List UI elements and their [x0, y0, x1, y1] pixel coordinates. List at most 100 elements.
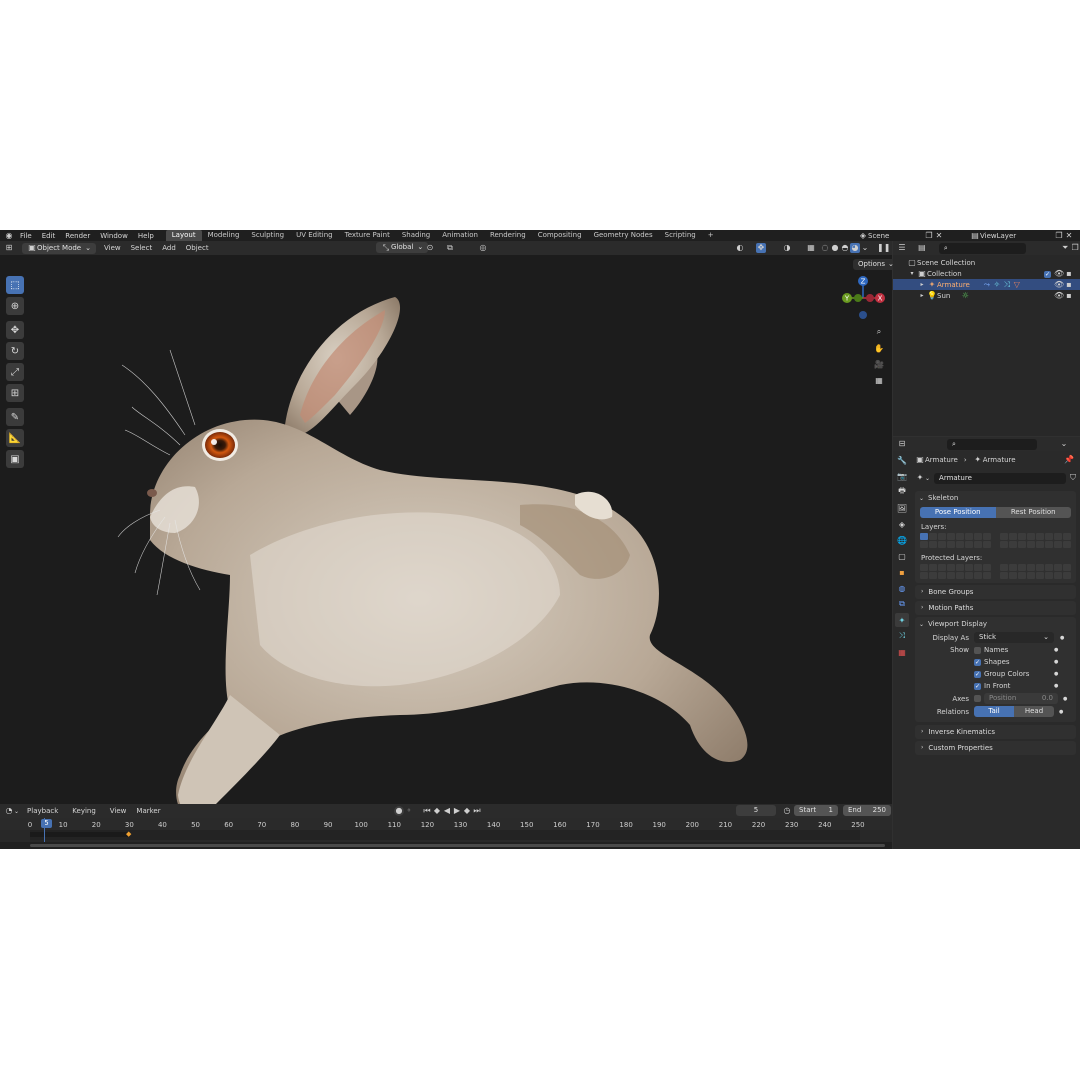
pin-icon[interactable]: 📌 [1064, 455, 1074, 465]
menu-edit[interactable]: Edit [42, 232, 56, 240]
camera-icon[interactable]: ▪ [1064, 291, 1074, 301]
outliner-search-input[interactable]: ⌕ [938, 242, 1027, 254]
measure-tool-icon[interactable]: 📐 [6, 429, 24, 447]
wireframe-shading-icon[interactable]: ◌ [820, 243, 830, 253]
current-frame-field[interactable]: 5 [736, 805, 776, 816]
chevron-right-icon[interactable]: ▸ [917, 280, 927, 290]
options-dropdown[interactable]: Options ⌄ [853, 259, 899, 270]
menu-window[interactable]: Window [100, 232, 128, 240]
keyframe-diamond-icon[interactable]: ◆ [126, 830, 131, 838]
chevron-down-icon[interactable]: ⌄ [1059, 439, 1069, 449]
next-keyframe-icon[interactable]: ◆ [462, 806, 472, 816]
keyframe-dot-icon[interactable]: ● [1060, 635, 1064, 641]
keyframe-dot-icon[interactable]: ● [1063, 696, 1067, 702]
relations-head-button[interactable]: Head [1014, 706, 1054, 717]
tab-geometry-nodes[interactable]: Geometry Nodes [588, 230, 659, 241]
start-frame-field[interactable]: Start 1 [794, 805, 838, 816]
group-colors-checkbox[interactable]: ✓ [974, 670, 981, 678]
output-tab-icon[interactable]: 🖶 [895, 485, 909, 499]
in-front-checkbox[interactable]: ✓ [974, 682, 981, 690]
tab-shading[interactable]: Shading [396, 230, 436, 241]
exclude-checkbox[interactable]: ✓ [1044, 270, 1051, 278]
layer-buttons-right[interactable] [1000, 533, 1071, 548]
prev-keyframe-icon[interactable]: ◆ [432, 806, 442, 816]
skeleton-panel-header[interactable]: ⌄ Skeleton [915, 491, 1076, 505]
tab-uv-editing[interactable]: UV Editing [290, 230, 339, 241]
select-box-tool-icon[interactable]: ⬚ [6, 276, 24, 294]
end-frame-field[interactable]: End 250 [843, 805, 891, 816]
collection-row[interactable]: ▾ ▣ Collection ✓ 👁 ▪ [893, 268, 1080, 279]
scene-tab-icon[interactable]: ◈ [895, 517, 909, 531]
layer-buttons-left[interactable] [920, 533, 991, 548]
tool-tab-icon[interactable]: 🔧 [895, 453, 909, 467]
xray-icon[interactable]: ▦ [806, 243, 816, 253]
tab-modeling[interactable]: Modeling [202, 230, 246, 241]
world-tab-icon[interactable]: 🌐 [895, 533, 909, 547]
bone-tab-icon[interactable]: ⤨ [895, 629, 909, 643]
pause-render-icon[interactable]: ❚❚ [877, 243, 890, 253]
eye-icon[interactable]: 👁 [1054, 280, 1064, 290]
scene-selector[interactable]: ◈ Scene ❐ ✕ [858, 230, 944, 241]
bone-groups-panel[interactable]: › Bone Groups [915, 585, 1076, 599]
play-reverse-icon[interactable]: ◀ [442, 806, 452, 816]
add-workspace-button[interactable]: + [702, 230, 720, 241]
menu-help[interactable]: Help [138, 232, 154, 240]
rendered-shading-icon[interactable]: ◕ [850, 243, 860, 253]
chevron-right-icon[interactable]: ▸ [917, 291, 927, 301]
scene-collection-row[interactable]: ▢ Scene Collection [893, 257, 1080, 268]
scale-tool-icon[interactable]: ⤢ [6, 363, 24, 381]
display-mode-icon[interactable]: ▤ [917, 243, 927, 253]
motion-paths-panel[interactable]: › Motion Paths [915, 601, 1076, 615]
armature-icon[interactable]: ✦ [915, 473, 925, 483]
gizmo-toggle-icon[interactable]: ✥ [756, 243, 766, 253]
custom-properties-panel[interactable]: › Custom Properties [915, 741, 1076, 755]
eye-icon[interactable]: 👁 [1054, 291, 1064, 301]
bones-icon[interactable]: ⤨ [1002, 280, 1012, 290]
filter-icon[interactable]: ⏷ [1060, 243, 1070, 253]
render-tab-icon[interactable]: 📷 [895, 469, 909, 483]
rabbit-model[interactable] [0, 255, 892, 804]
tab-sculpting[interactable]: Sculpting [245, 230, 290, 241]
snap-icon[interactable]: ⧉ [445, 243, 455, 253]
constraints-tab-icon[interactable]: ⧉ [895, 597, 909, 611]
armature-name-field[interactable]: Armature [934, 472, 1067, 484]
tab-compositing[interactable]: Compositing [532, 230, 588, 241]
transform-tool-icon[interactable]: ⊞ [6, 384, 24, 402]
menu-keying[interactable]: Keying [72, 807, 96, 815]
tab-texture-paint[interactable]: Texture Paint [339, 230, 396, 241]
pose-position-button[interactable]: Pose Position [920, 507, 996, 518]
outliner-item-armature[interactable]: ▸ ✦ Armature ⤳ ✧ ⤨ ▽ 👁 ▪ [893, 279, 1080, 290]
play-icon[interactable]: ▶ [452, 806, 462, 816]
relations-tail-button[interactable]: Tail [974, 706, 1014, 717]
gizmo-neg-x[interactable] [866, 294, 874, 302]
chevron-down-icon[interactable]: ⌄ [14, 808, 19, 815]
menu-object[interactable]: Object [186, 244, 209, 252]
shading-options-icon[interactable]: ⌄ [860, 243, 870, 253]
camera-view-icon[interactable]: 🎥 [872, 357, 886, 371]
gizmo-neg-y[interactable] [854, 294, 862, 302]
jump-end-icon[interactable]: ⏭ [472, 806, 482, 816]
modifier-icon[interactable]: ▽ [1012, 280, 1022, 290]
material-shading-icon[interactable]: ◓ [840, 243, 850, 253]
axes-checkbox[interactable] [974, 695, 981, 702]
tab-layout[interactable]: Layout [165, 230, 202, 241]
pivot-point-icon[interactable]: ⊙ [425, 243, 435, 253]
keyframe-summary-track[interactable]: ◆ [30, 830, 860, 840]
constraint-icon[interactable]: ⤳ [982, 280, 992, 290]
cursor-tool-icon[interactable]: ⊕ [6, 297, 24, 315]
tab-rendering[interactable]: Rendering [484, 230, 532, 241]
rest-position-button[interactable]: Rest Position [995, 507, 1071, 518]
menu-select[interactable]: Select [131, 244, 153, 252]
protected-layer-buttons-left[interactable] [920, 564, 991, 579]
keyframe-dot-icon[interactable]: ● [1054, 647, 1058, 653]
collection-tab-icon[interactable]: ▢ [895, 549, 909, 563]
outliner-item-sun[interactable]: ▸ 💡 Sun ☼ 👁 ▪ [893, 290, 1080, 301]
chevron-down-icon[interactable]: ▾ [907, 269, 917, 279]
keying-set-icon[interactable]: ◦ [404, 806, 414, 816]
keyframe-dot-icon[interactable]: ● [1054, 671, 1058, 677]
transform-orientation-dropdown[interactable]: ⤡ Global ⌄ [376, 242, 429, 253]
camera-icon[interactable]: ▪ [1064, 269, 1074, 279]
menu-view[interactable]: View [104, 244, 121, 252]
move-tool-icon[interactable]: ✥ [6, 321, 24, 339]
keyframe-dot-icon[interactable]: ● [1054, 683, 1058, 689]
